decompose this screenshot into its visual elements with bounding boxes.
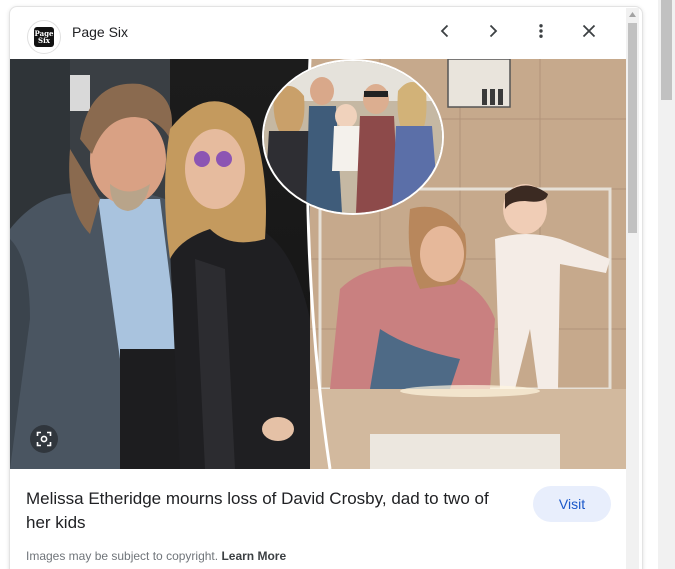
inset-photo: [262, 59, 444, 215]
next-button[interactable]: [480, 18, 506, 44]
google-lens-button[interactable]: [30, 425, 58, 453]
page-scrollbar[interactable]: [658, 0, 675, 569]
close-button[interactable]: [576, 18, 602, 44]
panel-scrollbar[interactable]: [626, 8, 639, 569]
panel-header: Page Six Page Six: [10, 7, 642, 57]
panel-scrollbar-thumb[interactable]: [628, 23, 637, 233]
image-preview-panel: Page Six Page Six Melissa Etheridge mour…: [9, 6, 643, 569]
inset-photo-illustration: [264, 61, 442, 213]
lens-icon: [36, 431, 52, 447]
copyright-notice: Images may be subject to copyright. Lear…: [26, 549, 286, 563]
page-six-logo-icon: Page Six: [34, 27, 54, 47]
caption-area: Melissa Etheridge mourns loss of David C…: [10, 469, 642, 569]
copyright-text: Images may be subject to copyright.: [26, 549, 219, 563]
visit-button[interactable]: Visit: [533, 486, 611, 522]
page: Page Six Page Six Melissa Etheridge mour…: [0, 0, 675, 569]
close-icon: [582, 24, 596, 38]
learn-more-link[interactable]: Learn More: [221, 549, 286, 563]
more-options-button[interactable]: [528, 18, 554, 44]
article-title-link[interactable]: Melissa Etheridge mourns loss of David C…: [26, 487, 516, 535]
more-vert-icon: [539, 24, 543, 38]
page-scrollbar-thumb[interactable]: [661, 0, 672, 100]
source-name[interactable]: Page Six: [72, 24, 128, 40]
triangle-up-icon: [629, 12, 636, 17]
scroll-up-arrow-icon[interactable]: [626, 8, 639, 21]
chevron-right-icon: [489, 24, 498, 38]
source-logo[interactable]: Page Six: [27, 20, 61, 54]
previous-button[interactable]: [432, 18, 458, 44]
logo-text-line2: Six: [38, 36, 50, 45]
preview-image[interactable]: [10, 59, 627, 469]
chevron-left-icon: [440, 24, 449, 38]
